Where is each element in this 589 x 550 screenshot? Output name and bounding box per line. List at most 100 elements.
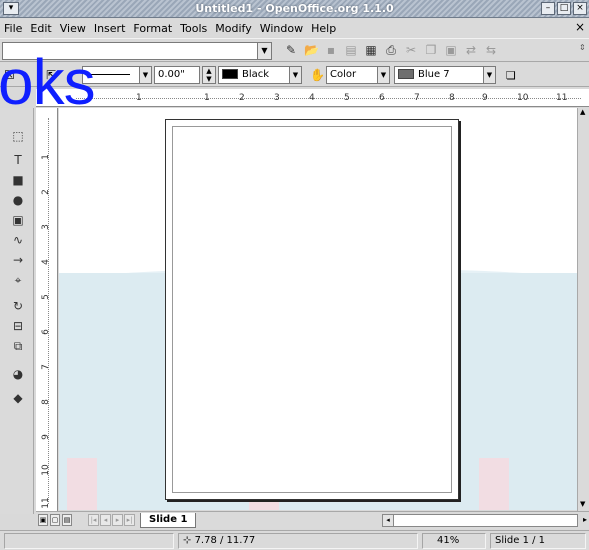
status-slide-info: Slide 1 / 1	[490, 533, 586, 549]
ruler-tick: 4	[309, 93, 315, 103]
last-slide-icon[interactable]: ▸|	[124, 514, 135, 526]
ruler-tick: 8	[41, 399, 51, 405]
watermark-text: oks	[0, 46, 96, 118]
area-color-select[interactable]: Blue 7 ▼	[394, 66, 496, 84]
notes-view-icon[interactable]: ▢	[50, 514, 60, 526]
line-width-input[interactable]: 0.00"	[154, 66, 200, 84]
next-slide-icon[interactable]: ▸	[112, 514, 123, 526]
chevron-down-icon[interactable]: ▼	[377, 67, 389, 83]
copy-icon[interactable]: ❐	[424, 43, 438, 57]
status-bar: ⊹ 7.78 / 11.77 41% Slide 1 / 1	[0, 530, 589, 550]
horizontal-ruler: 1 1 2 3 4 5 6 7 8 9 10 11	[36, 89, 589, 107]
ellipse-tool-icon[interactable]: ●	[10, 192, 26, 208]
edit-file-icon[interactable]: ✎	[284, 43, 298, 57]
menu-help[interactable]: Help	[307, 22, 340, 35]
paste-icon[interactable]: ▣	[444, 43, 458, 57]
menu-window[interactable]: Window	[256, 22, 307, 35]
slide-page[interactable]	[165, 119, 459, 500]
ruler-tick: 2	[239, 93, 245, 103]
main-toolbar: ⬚ T ■ ● ▣ ∿ → ⌖ ↻ ⊟ ⧉ ◕ ◆	[0, 108, 34, 514]
slide-tab-bar: ▣ ▢ ▤ |◂ ◂ ▸ ▸| Slide 1 ◂ ▸	[36, 511, 589, 529]
3d-object-tool-icon[interactable]: ▣	[10, 212, 26, 228]
scroll-left-icon[interactable]: ◂	[383, 515, 394, 526]
scroll-right-icon[interactable]: ▸	[583, 515, 587, 524]
toolbar-more-icon[interactable]: ⇕	[579, 43, 587, 59]
ruler-tick: 8	[449, 93, 455, 103]
position-icon: ⊹	[183, 535, 195, 546]
connector-tool-icon[interactable]: ⌖	[10, 272, 26, 288]
rectangle-tool-icon[interactable]: ■	[10, 172, 26, 188]
background-decoration	[67, 458, 97, 510]
export-pdf-icon[interactable]: ▦	[364, 43, 378, 57]
curve-tool-icon[interactable]: ∿	[10, 232, 26, 248]
menu-view[interactable]: View	[56, 22, 90, 35]
vertical-ruler: 1 2 3 4 5 6 7 8 9 10 11	[36, 108, 58, 514]
function-icons: ✎ 📂 ▪ ▤ ▦ ⎙ ✂ ❐ ▣ ⇄ ⇆	[284, 43, 498, 57]
workspace[interactable]	[59, 108, 577, 510]
maximize-icon[interactable]: □	[557, 2, 571, 15]
rotate-tool-icon[interactable]: ↻	[10, 298, 26, 314]
tab-slide-1[interactable]: Slide 1	[140, 513, 197, 528]
redo-icon[interactable]: ⇆	[484, 43, 498, 57]
ruler-tick: 6	[41, 329, 51, 335]
handout-view-icon[interactable]: ▤	[62, 514, 72, 526]
chevron-down-icon[interactable]: ▼	[289, 67, 301, 83]
menu-insert[interactable]: Insert	[90, 22, 130, 35]
area-style-select[interactable]: Color ▼	[326, 66, 390, 84]
ruler-tick: 1	[41, 154, 51, 160]
alignment-tool-icon[interactable]: ⊟	[10, 318, 26, 334]
ruler-tick: 1	[204, 93, 210, 103]
area-color-swatch	[398, 69, 414, 79]
menu-modify[interactable]: Modify	[211, 22, 255, 35]
open-icon[interactable]: 📂	[304, 43, 319, 57]
cut-icon[interactable]: ✂	[404, 43, 418, 57]
effects-tool-icon[interactable]: ◕	[10, 366, 26, 382]
menu-file[interactable]: File	[0, 22, 26, 35]
scroll-up-icon[interactable]: ▲	[580, 108, 585, 116]
close-document-icon[interactable]: ×	[575, 20, 585, 34]
3d-controller-icon[interactable]: ◆	[10, 390, 26, 406]
title-bar: ▾ Untitled1 - OpenOffice.org 1.1.0 – □ ×	[0, 0, 589, 18]
line-arrow-tool-icon[interactable]: →	[10, 252, 26, 268]
menu-bar: File Edit View Insert Format Tools Modif…	[0, 19, 589, 37]
window-title: Untitled1 - OpenOffice.org 1.1.0	[195, 2, 394, 15]
prev-slide-icon[interactable]: ◂	[100, 514, 111, 526]
minimize-icon[interactable]: –	[541, 2, 555, 15]
arrange-tool-icon[interactable]: ⧉	[10, 338, 26, 354]
ruler-tick: 5	[41, 294, 51, 300]
ruler-tick: 9	[482, 93, 488, 103]
line-color-select[interactable]: Black ▼	[218, 66, 302, 84]
menu-edit[interactable]: Edit	[26, 22, 55, 35]
save-icon[interactable]: ▪	[324, 43, 338, 57]
first-slide-icon[interactable]: |◂	[88, 514, 99, 526]
shadow-icon[interactable]: ❏	[506, 69, 516, 82]
status-zoom[interactable]: 41%	[422, 533, 486, 549]
status-empty	[4, 533, 174, 549]
vertical-scrollbar[interactable]: ▲ ▼	[577, 108, 589, 514]
undo-icon[interactable]: ⇄	[464, 43, 478, 57]
ruler-tick: 6	[379, 93, 385, 103]
horizontal-scrollbar[interactable]: ◂	[382, 514, 578, 527]
text-tool-icon[interactable]: T	[10, 152, 26, 168]
menu-format[interactable]: Format	[129, 22, 176, 35]
chevron-down-icon[interactable]: ▼	[483, 67, 495, 83]
select-tool-icon[interactable]: ⬚	[10, 128, 26, 144]
ruler-tick: 2	[41, 189, 51, 195]
background-decoration	[479, 458, 509, 510]
print-icon[interactable]: ⎙	[384, 43, 398, 57]
edit-mode-icon[interactable]: ▤	[344, 43, 358, 57]
menu-tools[interactable]: Tools	[176, 22, 211, 35]
scroll-down-icon[interactable]: ▼	[580, 500, 585, 508]
ruler-tick: 7	[41, 364, 51, 370]
line-width-stepper[interactable]: ▲ ▼	[202, 66, 216, 84]
area-icon[interactable]: ✋	[310, 68, 325, 82]
line-color-swatch	[222, 69, 238, 79]
slide-border	[172, 126, 452, 493]
chevron-down-icon[interactable]: ▼	[257, 43, 271, 59]
drawing-view-icon[interactable]: ▣	[38, 514, 48, 526]
ruler-tick: 3	[274, 93, 280, 103]
ruler-tick: 4	[41, 259, 51, 265]
status-position: ⊹ 7.78 / 11.77	[178, 533, 418, 549]
chevron-down-icon[interactable]: ▼	[139, 67, 151, 83]
close-icon[interactable]: ×	[573, 2, 587, 15]
